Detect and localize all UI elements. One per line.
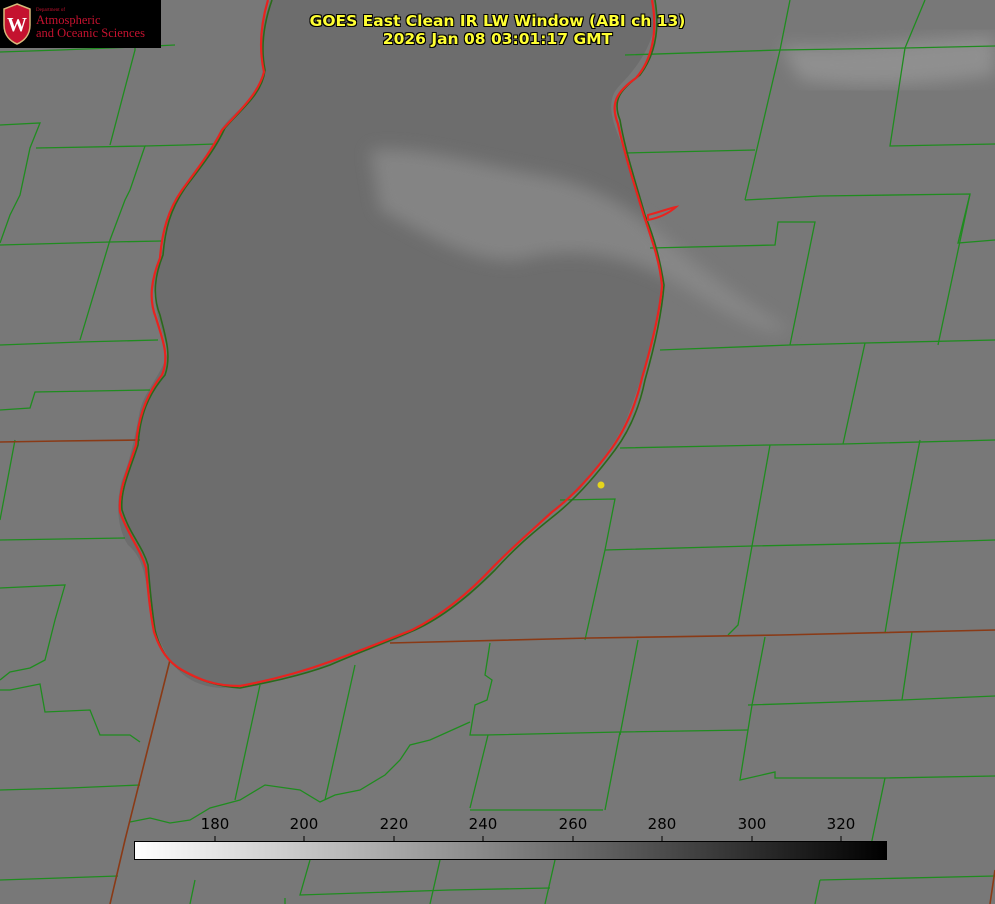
colorbar-tick-label: 320 [826,815,856,833]
colorbar-tick-label: 240 [468,815,498,833]
colorbar-tick-label: 260 [558,815,588,833]
colorbar-tick-label: 300 [737,815,767,833]
colorbar-tick-label: 200 [289,815,319,833]
colorbar-gradient [134,841,887,860]
colorbar-tick-label: 180 [200,815,230,833]
image-title: GOES East Clean IR LW Window (ABI ch 13)… [0,12,995,48]
title-timestamp: 2026 Jan 08 03:01:17 GMT [382,30,613,48]
satellite-map-canvas: W Department of Atmospheric and Oceanic … [0,0,995,904]
title-product: GOES East Clean IR LW Window (ABI ch 13) [309,12,686,30]
map-layer [0,0,995,904]
colorbar-tick-label: 280 [647,815,677,833]
location-marker [597,481,605,489]
colorbar-tick-label: 220 [379,815,409,833]
